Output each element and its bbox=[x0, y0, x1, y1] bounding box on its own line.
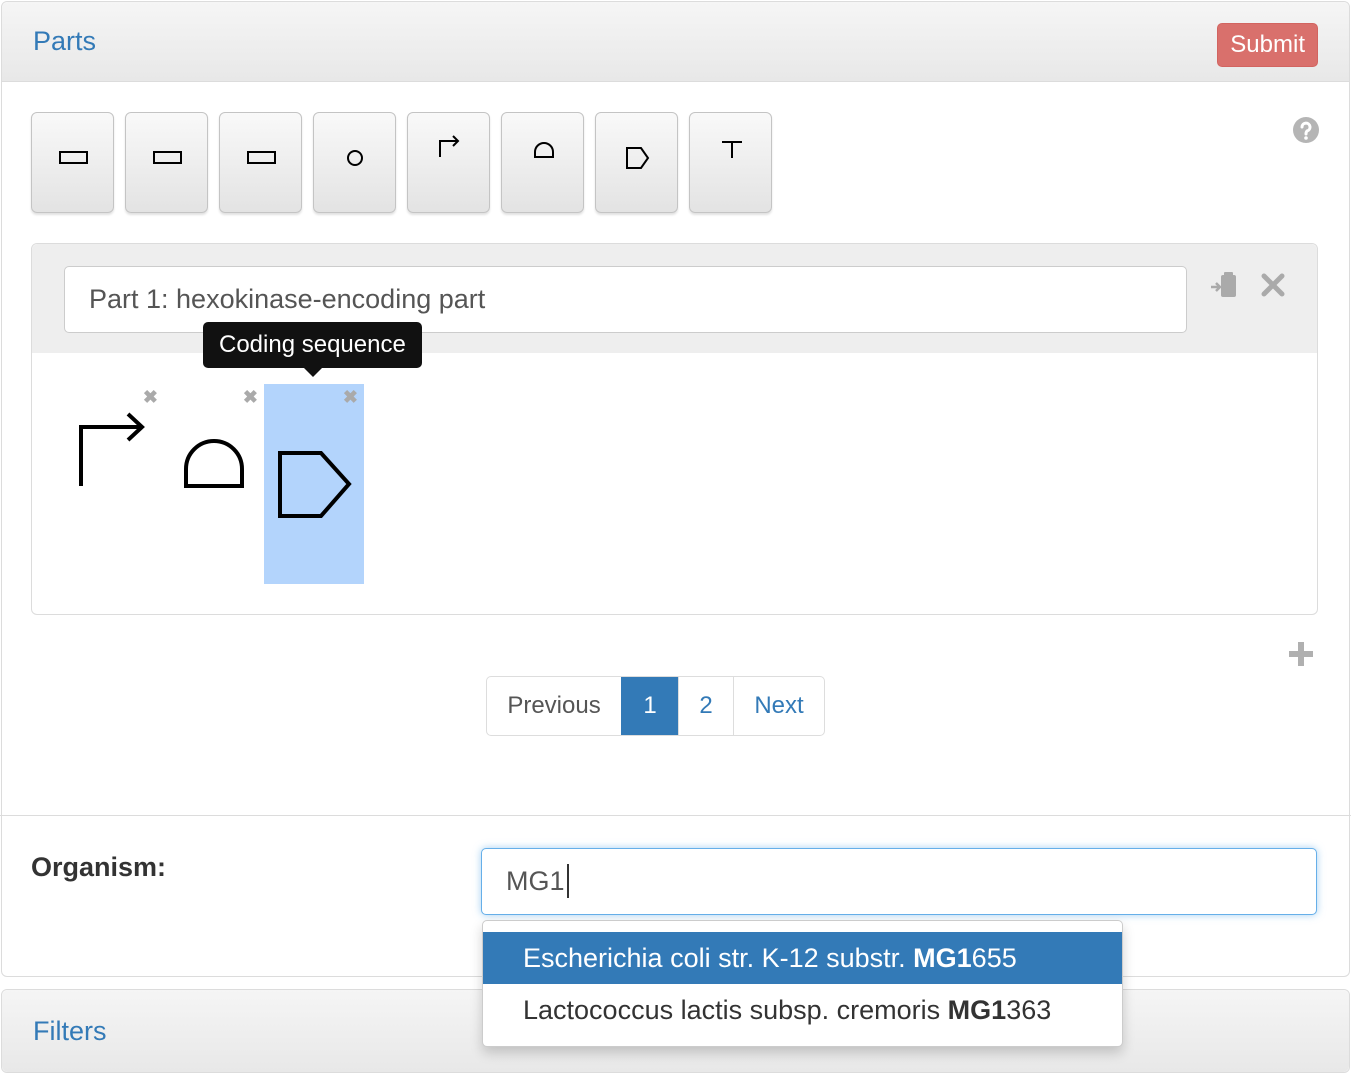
part-glyph-promoter[interactable]: ✖ bbox=[64, 384, 164, 584]
suggestion-match: MG1 bbox=[947, 995, 1007, 1025]
pagination-page-1[interactable]: 1 bbox=[621, 677, 678, 735]
organism-suggestion-item[interactable]: Escherichia coli str. K-12 substr. MG165… bbox=[483, 932, 1122, 984]
suggestion-suffix: 655 bbox=[971, 943, 1017, 973]
glyph-button-rectangle-1[interactable] bbox=[31, 112, 114, 213]
parts-panel-heading: Parts Submit bbox=[2, 2, 1349, 82]
glyph-button-rectangle-2[interactable] bbox=[125, 112, 208, 213]
remove-glyph-icon[interactable]: ✖ bbox=[143, 388, 158, 406]
suggestion-suffix: 363 bbox=[1006, 995, 1052, 1025]
organism-label: Organism: bbox=[31, 852, 167, 882]
glyph-button-cds[interactable] bbox=[595, 112, 678, 213]
glyph-button-terminator[interactable] bbox=[689, 112, 772, 213]
pagination-next[interactable]: Next bbox=[733, 677, 824, 735]
help-icon[interactable] bbox=[1292, 116, 1320, 144]
glyph-button-circle[interactable] bbox=[313, 112, 396, 213]
organism-suggestions: Escherichia coli str. K-12 substr. MG165… bbox=[482, 920, 1123, 1047]
parts-panel-title[interactable]: Parts bbox=[33, 26, 96, 57]
glyph-button-rbs[interactable] bbox=[501, 112, 584, 213]
section-divider bbox=[0, 815, 1351, 816]
organism-input[interactable] bbox=[481, 848, 1317, 915]
rectangle-icon bbox=[153, 151, 182, 164]
rbs-icon bbox=[184, 439, 244, 488]
pagination: Previous 1 2 Next bbox=[486, 676, 825, 736]
terminator-icon bbox=[722, 141, 742, 158]
close-icon[interactable] bbox=[1259, 271, 1287, 299]
text-caret bbox=[567, 864, 569, 898]
suggestion-match: MG1 bbox=[913, 943, 972, 973]
paste-icon[interactable] bbox=[1210, 271, 1240, 301]
rectangle-icon bbox=[59, 151, 88, 164]
suggestion-prefix: Lactococcus lactis subsp. cremoris bbox=[523, 995, 948, 1025]
tooltip-arrow bbox=[304, 368, 322, 377]
part-glyph-rbs[interactable]: ✖ bbox=[164, 384, 264, 584]
filters-panel-title[interactable]: Filters bbox=[33, 1016, 107, 1047]
cds-icon bbox=[626, 147, 650, 169]
remove-glyph-icon[interactable]: ✖ bbox=[343, 388, 358, 406]
rectangle-icon bbox=[247, 151, 276, 164]
submit-button[interactable]: Submit bbox=[1217, 23, 1318, 67]
part-card: Coding sequence ✖ ✖ ✖ bbox=[31, 243, 1318, 615]
glyph-tooltip: Coding sequence bbox=[203, 322, 422, 368]
cds-icon bbox=[278, 451, 352, 518]
add-part-icon[interactable] bbox=[1287, 640, 1315, 668]
suggestion-prefix: Escherichia coli str. K-12 substr. bbox=[523, 943, 914, 973]
promoter-icon bbox=[79, 412, 145, 486]
pagination-page-2[interactable]: 2 bbox=[678, 677, 733, 735]
organism-suggestion-item[interactable]: Lactococcus lactis subsp. cremoris MG136… bbox=[483, 984, 1122, 1036]
circle-icon bbox=[347, 150, 363, 166]
pagination-previous[interactable]: Previous bbox=[487, 677, 621, 735]
glyph-button-rectangle-3[interactable] bbox=[219, 112, 302, 213]
part-glyph-cds[interactable]: ✖ bbox=[264, 384, 364, 584]
promoter-icon bbox=[439, 135, 460, 157]
rbs-icon bbox=[534, 142, 554, 158]
remove-glyph-icon[interactable]: ✖ bbox=[243, 388, 258, 406]
glyph-button-promoter[interactable] bbox=[407, 112, 490, 213]
